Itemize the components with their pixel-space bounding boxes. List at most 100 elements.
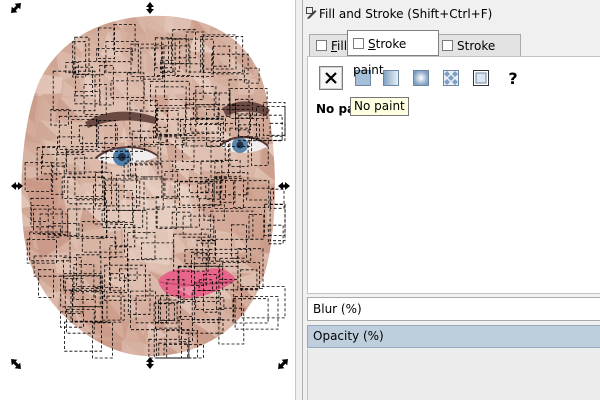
face-facet[interactable]: [258, 6, 279, 32]
face-facet[interactable]: [278, 251, 295, 273]
face-facet[interactable]: [33, 318, 63, 345]
face-facet[interactable]: [15, 7, 37, 33]
face-facet[interactable]: [15, 50, 35, 77]
dialog-title-bar[interactable]: Fill and Stroke (Shift+Ctrl+F): [303, 0, 600, 28]
face-facet[interactable]: [284, 120, 295, 145]
face-facet[interactable]: [276, 138, 295, 167]
face-facet[interactable]: [11, 30, 38, 58]
no-paint-button[interactable]: [319, 66, 343, 90]
handle-bottomright-icon: [278, 359, 288, 369]
face-facet[interactable]: [274, 49, 295, 73]
no-paint-tooltip: No paint: [350, 97, 409, 116]
face-facet[interactable]: [275, 143, 295, 167]
face-facet[interactable]: [11, 300, 36, 323]
unset-paint-button[interactable]: ?: [501, 66, 525, 90]
face-facet[interactable]: [32, 343, 60, 361]
swatch-button[interactable]: [469, 66, 493, 90]
face-facet[interactable]: [281, 9, 295, 36]
face-facet[interactable]: [255, 344, 278, 365]
face-facet[interactable]: [214, 13, 233, 28]
face-facet[interactable]: [18, 337, 34, 364]
face-facet[interactable]: [275, 74, 295, 98]
face-facet[interactable]: [10, 249, 36, 277]
face-facet[interactable]: [234, 6, 255, 31]
face-facet[interactable]: [274, 11, 295, 36]
face-facet[interactable]: [14, 30, 38, 54]
face-facet[interactable]: [36, 31, 63, 57]
face-facet[interactable]: [276, 102, 295, 120]
dock-divider[interactable]: [295, 0, 303, 400]
pattern-button[interactable]: [439, 66, 463, 90]
face-facet[interactable]: [257, 342, 278, 365]
face-facet[interactable]: [55, 7, 86, 33]
face-facet[interactable]: [11, 274, 39, 295]
face-facet[interactable]: [78, 336, 105, 358]
face-facet[interactable]: [186, 339, 216, 366]
handle-bottomleft-icon: [11, 359, 21, 369]
face-facet[interactable]: [32, 49, 61, 72]
face-facet[interactable]: [258, 30, 278, 59]
face-facet[interactable]: [281, 251, 295, 272]
face-facet[interactable]: [102, 9, 122, 30]
face-facet[interactable]: [39, 335, 60, 359]
face-facet[interactable]: [258, 28, 278, 59]
tab-stroke-style[interactable]: Stroke style: [435, 34, 521, 75]
face-facet[interactable]: [231, 321, 258, 345]
face-facet[interactable]: [41, 318, 63, 345]
drawing-canvas[interactable]: [0, 0, 295, 400]
linear-gradient-icon: [383, 70, 399, 86]
face-facet[interactable]: [277, 272, 295, 295]
swatch-icon: [473, 70, 489, 86]
face-artwork[interactable]: [0, 0, 295, 400]
face-facet[interactable]: [282, 160, 295, 185]
tab-fill-checkbox[interactable]: [316, 40, 327, 51]
face-facet[interactable]: [13, 293, 40, 319]
face-facet[interactable]: [253, 321, 278, 339]
face-facet[interactable]: [54, 338, 80, 367]
face-facet[interactable]: [279, 93, 295, 120]
tab-stroke-paint-checkbox[interactable]: [353, 38, 364, 49]
face-facet[interactable]: [253, 321, 278, 339]
handle-right-icon: [278, 182, 290, 190]
face-facet[interactable]: [38, 6, 61, 29]
face-facet[interactable]: [275, 49, 295, 71]
face-facet[interactable]: [12, 72, 39, 98]
blur-field[interactable]: Blur (%): [307, 297, 600, 321]
face-facet[interactable]: [277, 272, 295, 295]
face-facet[interactable]: [278, 294, 295, 314]
handle-topleft-icon: [11, 3, 21, 13]
face-facet[interactable]: [236, 343, 261, 361]
face-facet[interactable]: [278, 297, 295, 320]
tab-stroke-paint[interactable]: Stroke paint: [347, 30, 439, 77]
opacity-field[interactable]: Opacity (%): [307, 325, 600, 348]
face-facet[interactable]: [18, 337, 35, 358]
face-facet[interactable]: [36, 36, 59, 59]
face-facet[interactable]: [279, 187, 295, 213]
face-facet[interactable]: [37, 6, 61, 32]
face-facet[interactable]: [231, 33, 258, 55]
face-facet[interactable]: [12, 315, 42, 344]
face-facet[interactable]: [232, 6, 253, 31]
face-facet[interactable]: [252, 6, 279, 35]
face-facet[interactable]: [260, 298, 284, 315]
face-facet[interactable]: [11, 76, 35, 98]
face-facet[interactable]: [208, 14, 232, 28]
face-facet[interactable]: [283, 29, 295, 52]
tab-stroke-style-checkbox[interactable]: [442, 40, 453, 51]
face-facet[interactable]: [275, 74, 295, 98]
face-facet[interactable]: [279, 321, 295, 345]
radial-gradient-button[interactable]: [409, 66, 433, 90]
face-facet[interactable]: [55, 9, 81, 33]
face-facet[interactable]: [14, 93, 38, 125]
face-facet[interactable]: [14, 274, 39, 295]
face-facet[interactable]: [252, 58, 276, 81]
face-facet[interactable]: [54, 338, 86, 367]
face-facet[interactable]: [15, 50, 37, 77]
face-facet[interactable]: [236, 338, 261, 360]
fill-stroke-icon: [306, 7, 317, 19]
face-facet[interactable]: [277, 30, 295, 58]
face-facet[interactable]: [11, 11, 37, 36]
face-facet[interactable]: [12, 315, 38, 344]
face-facet[interactable]: [37, 291, 61, 317]
face-facet[interactable]: [279, 321, 295, 345]
